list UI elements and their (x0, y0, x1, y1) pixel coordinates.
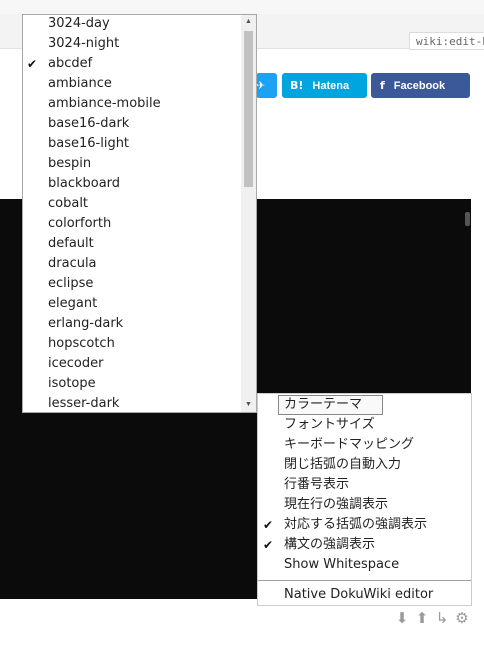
scroll-up-icon[interactable]: ▲ (241, 15, 256, 29)
theme-option-hopscotch[interactable]: hopscotch (23, 334, 256, 354)
theme-option-3024-night[interactable]: 3024-night (23, 34, 256, 54)
hatena-share-button[interactable]: B! Hatena (282, 73, 367, 98)
theme-option-default[interactable]: default (23, 234, 256, 254)
menu-item-color-theme[interactable]: カラーテーマ (258, 395, 471, 415)
check-icon: ✔ (27, 57, 38, 71)
theme-option-abcdef[interactable]: ✔ abcdef (23, 54, 256, 74)
menu-item-line-numbers[interactable]: 行番号表示 (258, 475, 471, 495)
editor-settings-menu: カラーテーマ フォントサイズ キーボードマッピング 閉じ括弧の自動入力 行番号表… (257, 393, 472, 606)
dropdown-scrollbar[interactable]: ▲ ▼ (241, 15, 256, 412)
page-id-tab[interactable]: wiki:edit-help (409, 32, 484, 50)
arrow-up-icon[interactable]: ⬆ (412, 610, 432, 626)
theme-option-elegant[interactable]: elegant (23, 294, 256, 314)
return-arrow-icon[interactable]: ↳ (432, 610, 452, 626)
theme-option-ambiance[interactable]: ambiance (23, 74, 256, 94)
theme-option-base16-light[interactable]: base16-light (23, 134, 256, 154)
arrow-down-icon[interactable]: ⬇ (392, 610, 412, 626)
theme-option-3024-day[interactable]: 3024-day (23, 15, 256, 34)
theme-option-dracula[interactable]: dracula (23, 254, 256, 274)
menu-item-native-editor[interactable]: Native DokuWiki editor (258, 585, 471, 605)
menu-item-syntax-highlight[interactable]: ✔ 構文の強調表示 (258, 535, 471, 555)
facebook-f-icon: f (380, 79, 385, 92)
menu-item-auto-close-brackets[interactable]: 閉じ括弧の自動入力 (258, 455, 471, 475)
hatena-label: Hatena (312, 80, 350, 92)
menu-item-highlight-active-line[interactable]: 現在行の強調表示 (258, 495, 471, 515)
color-theme-dropdown[interactable]: 3024-day 3024-night ✔ abcdef ambiance amb… (22, 14, 257, 413)
menu-divider (258, 580, 471, 581)
twitter-share-button[interactable]: ✈ (256, 73, 277, 98)
theme-option-blackboard[interactable]: blackboard (23, 174, 256, 194)
twitter-bird-icon: ✈ (256, 79, 266, 92)
theme-option-bespin[interactable]: bespin (23, 154, 256, 174)
menu-item-show-whitespace[interactable]: Show Whitespace (258, 555, 471, 575)
theme-option-lesser-dark[interactable]: lesser-dark (23, 394, 256, 412)
editor-footer-icons: ⬇ ⬆ ↳ ⚙ (392, 610, 472, 626)
theme-option-isotope[interactable]: isotope (23, 374, 256, 394)
dropdown-scrollbar-thumb[interactable] (244, 31, 253, 187)
theme-option-base16-dark[interactable]: base16-dark (23, 114, 256, 134)
hatena-bookmark-icon: B! (290, 79, 304, 92)
gear-icon[interactable]: ⚙ (452, 610, 472, 626)
menu-item-keyboard-mapping[interactable]: キーボードマッピング (258, 435, 471, 455)
facebook-label: Facebook (393, 80, 446, 92)
top-bar (0, 0, 484, 14)
theme-option-cobalt[interactable]: cobalt (23, 194, 256, 214)
menu-item-match-brackets[interactable]: ✔ 対応する括弧の強調表示 (258, 515, 471, 535)
theme-option-colorforth[interactable]: colorforth (23, 214, 256, 234)
theme-option-eclipse[interactable]: eclipse (23, 274, 256, 294)
editor-scrollbar-thumb[interactable] (465, 212, 470, 226)
theme-option-icecoder[interactable]: icecoder (23, 354, 256, 374)
scroll-down-icon[interactable]: ▼ (241, 398, 256, 412)
menu-item-font-size[interactable]: フォントサイズ (258, 415, 471, 435)
facebook-share-button[interactable]: f Facebook (371, 73, 470, 98)
theme-option-ambiance-mobile[interactable]: ambiance-mobile (23, 94, 256, 114)
check-icon: ✔ (263, 518, 274, 532)
theme-option-erlang-dark[interactable]: erlang-dark (23, 314, 256, 334)
check-icon: ✔ (263, 538, 274, 552)
